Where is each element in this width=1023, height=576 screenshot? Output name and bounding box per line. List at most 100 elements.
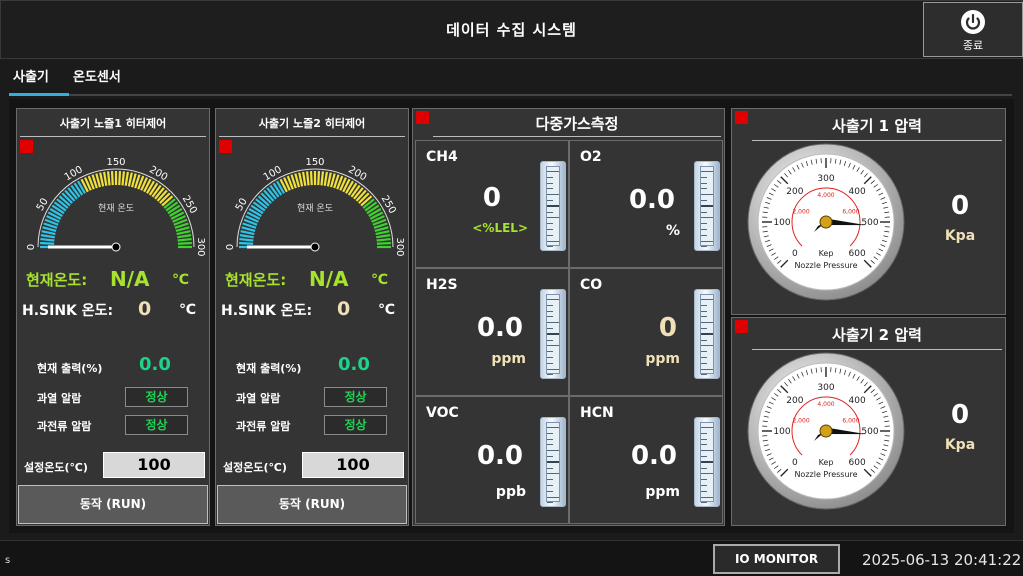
overheat-label: 과열 알람 <box>236 392 281 405</box>
dial-tick-label: 400 <box>849 396 866 406</box>
tube-tick <box>701 234 707 236</box>
tube-tick <box>701 467 707 469</box>
dial-hub <box>819 424 833 438</box>
tube-tick <box>547 188 553 190</box>
power-icon <box>961 10 985 34</box>
dial-hub <box>819 215 833 229</box>
gas-name: HCN <box>580 405 614 421</box>
tube-tick <box>547 234 553 236</box>
tube-tick <box>701 357 707 358</box>
level-tube <box>540 161 566 251</box>
tube-tick <box>701 479 707 481</box>
gas-unit: % <box>665 223 680 239</box>
tube-tick <box>547 246 553 248</box>
tab-temperature-sensor[interactable]: 온도센서 <box>69 66 137 96</box>
io-monitor-button[interactable]: IO MONITOR <box>713 544 840 574</box>
run-button[interactable]: 동작 (RUN) <box>18 485 208 524</box>
dial-tick-label: 200 <box>786 187 803 197</box>
datetime-display: 2025-06-13 20:41:22 <box>862 551 1022 569</box>
alarm-indicator <box>735 320 748 333</box>
tube-tick <box>701 182 707 184</box>
tube-tick <box>701 211 707 213</box>
dial-tick-label: 0 <box>792 458 798 468</box>
status-text: s <box>5 555 11 566</box>
tube-tick <box>701 316 707 318</box>
tube-tick <box>547 328 553 329</box>
tube-tick <box>701 351 707 353</box>
tube-tick <box>547 496 559 498</box>
pressure-value: 0 <box>950 400 970 430</box>
gauge-tick-label: 300 <box>394 237 405 256</box>
setpoint-label: 설정온도(℃) <box>223 461 287 474</box>
pressure-title: 사출기 1 압력 <box>752 111 1002 141</box>
gauge-inner-label: 현재 온도 <box>98 203 134 214</box>
hsink-unit: ℃ <box>179 302 196 318</box>
tube-level-marker <box>547 461 559 463</box>
tube-tick <box>547 194 559 196</box>
main-area: 사출기 노즐1 히터제어 0 50 100 150 200 250 300 현재 온도 현재온… <box>9 99 1014 533</box>
dial-inner-tick-label: 4,000 <box>817 192 834 199</box>
tube-tick <box>701 490 707 492</box>
tube-tick <box>547 322 559 324</box>
setpoint-input[interactable]: 100 <box>302 452 404 478</box>
pressure-panel-2: 사출기 2 압력 0 100 200 300 400 500 600 2,000 4,000 6,… <box>731 317 1006 526</box>
tube-tick <box>701 427 713 428</box>
dial-caption: Nozzle Pressure <box>794 261 857 270</box>
gauge-tick-label: 0 <box>225 244 236 250</box>
tube-tick <box>547 240 559 242</box>
tube-tick <box>701 194 713 196</box>
dial-inner-tick-label: 4,000 <box>817 401 834 408</box>
overcurrent-label: 과전류 알람 <box>37 420 92 433</box>
tube-tick <box>701 473 713 475</box>
tube-tick <box>701 456 707 457</box>
dial-inner-tick-label: 2,000 <box>792 418 809 425</box>
gas-value: 0.0 <box>630 441 677 471</box>
tube-tick <box>701 229 707 230</box>
hsink-label: H.SINK 온도: <box>221 303 313 319</box>
output-label: 현재 출력(%) <box>236 362 302 375</box>
heater-title: 사출기 노즐2 히터제어 <box>219 111 405 137</box>
dial-tick-label: 600 <box>849 458 866 468</box>
tube-level-marker <box>547 205 559 207</box>
pressure-unit: Kpa <box>944 437 976 453</box>
pressure-title: 사출기 2 압력 <box>752 320 1002 350</box>
gas-name: VOC <box>426 405 459 421</box>
tab-injection-machine[interactable]: 사출기 <box>9 66 69 96</box>
dial-inner-tick-label: 2,000 <box>792 209 809 216</box>
tube-tick <box>547 467 553 469</box>
dial-caption: Nozzle Pressure <box>794 470 857 479</box>
tube-tick <box>701 223 707 225</box>
tube-tick <box>701 304 707 306</box>
run-button[interactable]: 동작 (RUN) <box>217 485 407 524</box>
tube-tick <box>701 368 713 370</box>
gas-cell-ch4: CH4 0 <%LEL> <box>415 140 569 268</box>
gas-value: 0.0 <box>476 441 523 471</box>
dial-tick-label: 400 <box>849 187 866 197</box>
setpoint-label: 설정온도(℃) <box>24 461 88 474</box>
tube-tick <box>547 502 553 504</box>
gas-cell-voc: VOC 0.0 ppb <box>415 396 569 524</box>
setpoint-input[interactable]: 100 <box>103 452 205 478</box>
gauge-tick-label: 150 <box>106 157 125 168</box>
tube-tick <box>701 450 713 452</box>
status-bar: s IO MONITOR 2025-06-13 20:41:22 <box>0 540 1023 576</box>
tube-tick <box>547 450 559 452</box>
tube-tick <box>547 427 559 428</box>
overcurrent-status-badge: 정상 <box>125 415 188 435</box>
tube-tick <box>547 432 553 434</box>
dial-inner-tick-label: 6,000 <box>842 418 859 425</box>
exit-button[interactable]: 종료 <box>923 2 1023 57</box>
hsink-value: 0 <box>337 298 351 320</box>
heater-title: 사출기 노즐1 히터제어 <box>20 111 206 137</box>
dial-unit: Kep <box>819 458 834 467</box>
tube-tick <box>701 176 707 178</box>
overheat-status-badge: 정상 <box>125 387 188 407</box>
current-temp-unit: ℃ <box>371 272 388 288</box>
gas-value: 0 <box>482 183 501 213</box>
alarm-indicator <box>416 111 429 124</box>
dial-tick-label: 300 <box>817 174 834 184</box>
tube-tick <box>547 438 553 440</box>
dial-tick-label: 100 <box>773 427 790 437</box>
gauge-tick-label: 150 <box>305 157 324 168</box>
alarm-indicator <box>735 111 748 124</box>
